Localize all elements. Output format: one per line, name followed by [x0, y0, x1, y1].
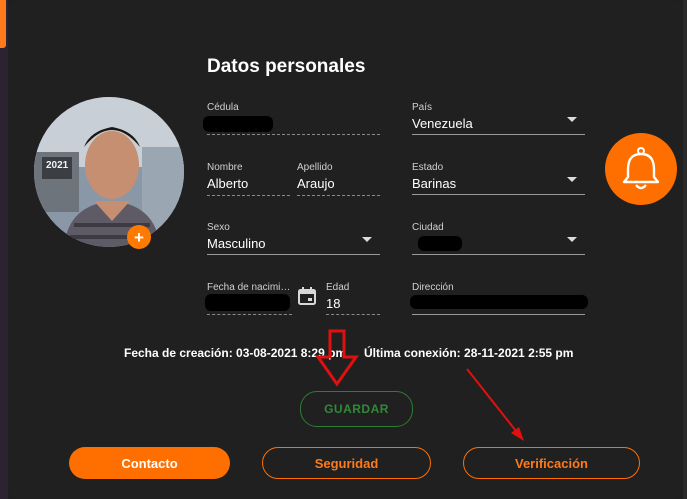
pais-value: Venezuela — [412, 116, 473, 131]
page-title: Datos personales — [207, 56, 366, 77]
birthdate-redaction — [205, 294, 290, 311]
chevron-down-icon — [567, 177, 577, 182]
cedula-label: Cédula — [207, 102, 239, 113]
sexo-value: Masculino — [207, 236, 266, 251]
contact-button[interactable]: Contacto — [69, 447, 230, 479]
apellido-field[interactable]: Apellido Araujo — [297, 162, 380, 196]
sexo-select[interactable]: Sexo Masculino — [207, 222, 380, 255]
cedula-redaction — [203, 116, 273, 132]
avatar-photo — [34, 97, 184, 247]
direccion-label: Dirección — [412, 282, 454, 293]
last-connection: Última conexión: 28-11-2021 2:55 pm — [364, 346, 574, 360]
pais-label: País — [412, 102, 433, 113]
birthdate-label: Fecha de nacimiento — [207, 282, 292, 293]
security-button[interactable]: Seguridad — [262, 447, 431, 479]
estado-value: Barinas — [412, 176, 457, 191]
bell-icon — [622, 147, 660, 190]
right-edge — [683, 0, 687, 499]
save-button[interactable]: GUARDAR — [300, 391, 413, 427]
chevron-down-icon — [567, 117, 577, 122]
apellido-value: Araujo — [297, 176, 335, 191]
avatar[interactable]: 2021 — [34, 97, 184, 247]
estado-label: Estado — [412, 162, 444, 173]
nombre-label: Nombre — [207, 162, 243, 173]
creation-date: Fecha de creación: 03-08-2021 8:29 pm — [124, 346, 347, 360]
avatar-year-text: 2021 — [46, 160, 69, 171]
edad-field[interactable]: Edad 18 — [326, 282, 380, 315]
calendar-icon[interactable] — [297, 286, 317, 306]
pais-select[interactable]: País Venezuela — [412, 102, 585, 135]
chevron-down-icon — [567, 237, 577, 242]
verification-button[interactable]: Verificación — [463, 447, 640, 479]
edad-label: Edad — [326, 282, 350, 293]
ciudad-label: Ciudad — [412, 222, 444, 233]
nombre-value: Alberto — [207, 176, 249, 191]
left-accent — [0, 0, 6, 48]
estado-select[interactable]: Estado Barinas — [412, 162, 585, 195]
apellido-label: Apellido — [297, 162, 333, 173]
nombre-field[interactable]: Nombre Alberto — [207, 162, 290, 196]
left-edge — [0, 0, 8, 499]
add-photo-button[interactable]: + — [127, 225, 151, 249]
direccion-redaction — [410, 295, 588, 309]
edad-value: 18 — [326, 296, 341, 311]
chevron-down-icon — [362, 237, 372, 242]
sexo-label: Sexo — [207, 222, 230, 233]
notifications-button[interactable] — [605, 133, 677, 205]
ciudad-redaction — [418, 236, 462, 251]
